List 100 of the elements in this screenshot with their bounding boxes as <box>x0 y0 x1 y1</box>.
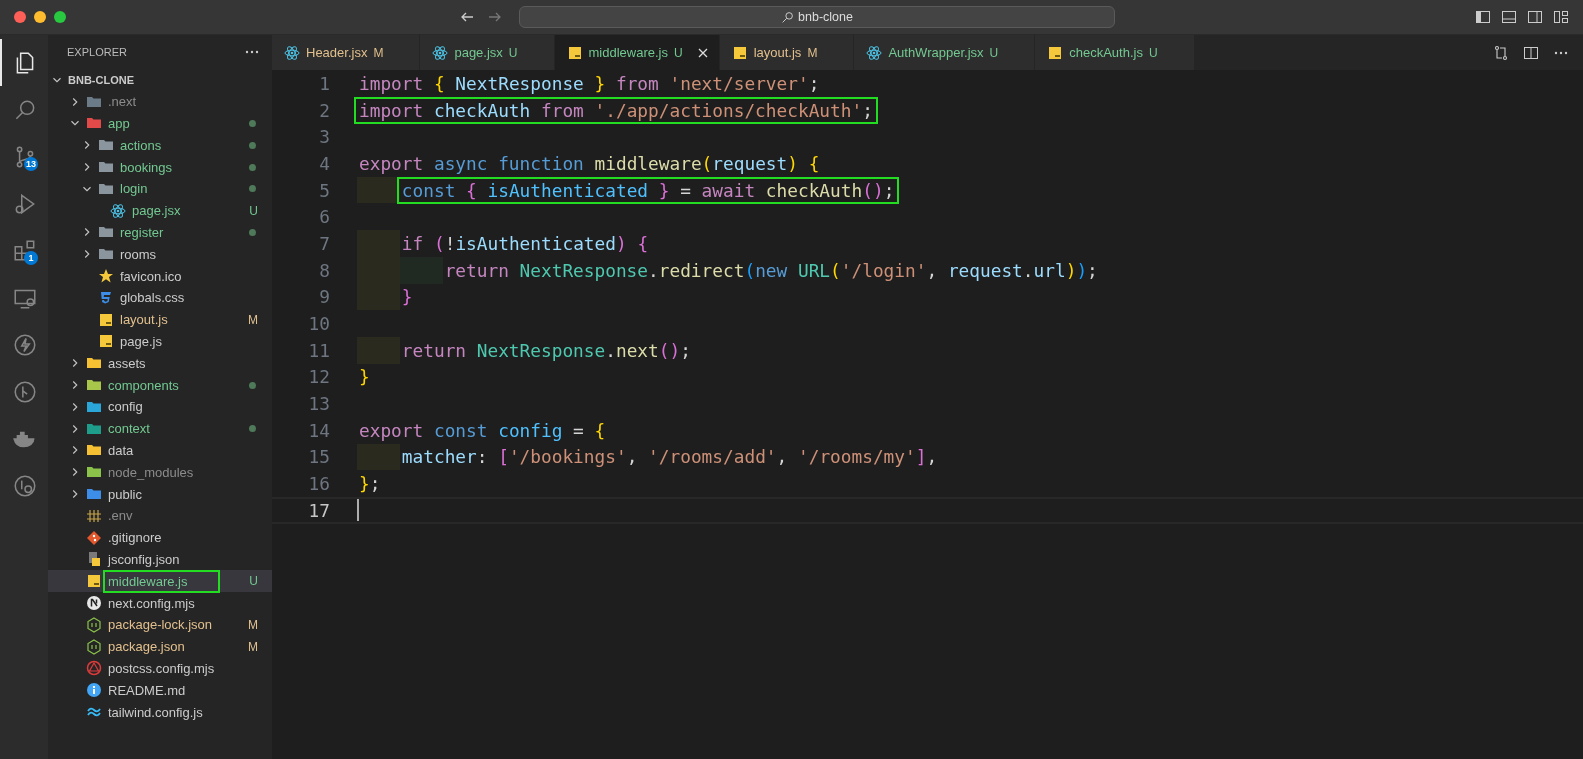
file-name: data <box>107 441 135 459</box>
postcss-icon <box>86 660 102 677</box>
js-file-icon <box>566 44 583 61</box>
code-line: if (!isAuthenticated) { <box>400 232 650 254</box>
git-status: M <box>373 45 384 60</box>
editor-tab[interactable]: layout.js M <box>719 35 855 70</box>
file-name: page.jsx <box>131 202 182 220</box>
line-number: 6 <box>318 206 330 228</box>
git-status: U <box>674 45 683 60</box>
file-name: components <box>107 376 180 394</box>
sidebar-layout-icon[interactable] <box>1475 9 1491 25</box>
tree-item[interactable]: page.js <box>48 330 272 353</box>
file-name: package-lock.json <box>107 616 214 634</box>
close-button[interactable] <box>14 11 26 23</box>
git-status: U <box>1148 45 1158 60</box>
tree-item[interactable]: context <box>48 417 272 440</box>
git-status: U <box>989 45 999 60</box>
compare-icon[interactable] <box>1493 44 1509 61</box>
git-status: M <box>248 639 258 654</box>
tree-item[interactable]: rooms <box>48 243 272 266</box>
tree-item[interactable]: page.jsx U <box>48 199 272 222</box>
js-file-icon <box>731 44 748 61</box>
atom-icon <box>110 202 126 219</box>
file-name: app <box>107 115 131 132</box>
tree-item[interactable]: bookings <box>48 156 272 178</box>
tree-item[interactable]: layout.js M <box>48 308 272 331</box>
grid-layout-icon[interactable] <box>1553 9 1569 25</box>
tab-label: checkAuth.js <box>1069 45 1143 60</box>
file-name: page.js <box>119 332 163 350</box>
file-name: postcss.config.mjs <box>107 659 216 677</box>
editor-tab[interactable]: page.jsx U <box>420 35 555 70</box>
tree-item[interactable]: favicon.ico <box>48 265 272 287</box>
git-status: U <box>249 574 258 589</box>
line-number: 16 <box>307 473 330 495</box>
tree-item[interactable]: public <box>48 483 272 505</box>
git-status: M <box>807 45 818 60</box>
search-icon <box>781 10 795 24</box>
tree-item[interactable]: middleware.js U <box>48 570 272 593</box>
activity-button[interactable]: 13 <box>0 133 48 180</box>
file-name: favicon.ico <box>119 267 183 285</box>
split-editor-icon[interactable] <box>1523 44 1539 61</box>
line-number: 5 <box>318 179 330 201</box>
tree-item[interactable]: app <box>48 112 272 135</box>
search-field[interactable]: bnb-clone <box>519 6 1115 28</box>
code-line: export const config = { <box>358 419 607 441</box>
tree-item[interactable]: .gitignore <box>48 526 272 549</box>
editor-tab[interactable]: middleware.js U <box>554 35 720 70</box>
zoom-button[interactable] <box>54 11 66 23</box>
project-folder[interactable]: BNB-CLONE <box>48 69 272 91</box>
code-line: return NextResponse.next(); <box>400 339 692 361</box>
minimize-button[interactable] <box>34 11 46 23</box>
js-file-icon <box>86 573 102 590</box>
tree-item[interactable]: tailwind.config.js <box>48 701 272 723</box>
split-layout-icon[interactable] <box>1527 9 1543 25</box>
tree-item[interactable]: globals.css <box>48 286 272 309</box>
tree-item[interactable]: actions <box>48 134 272 157</box>
file-name: package.json <box>107 638 186 656</box>
tree-item[interactable]: register <box>48 221 272 244</box>
git-status: U <box>249 203 258 218</box>
info-icon <box>86 682 102 699</box>
tree-item[interactable]: components <box>48 374 272 396</box>
line-number: 10 <box>307 313 330 335</box>
file-name: bookings <box>119 158 174 176</box>
file-name: next.config.mjs <box>107 594 196 612</box>
line-number: 17 <box>307 499 330 521</box>
file-name: globals.css <box>119 289 186 307</box>
editor-tab[interactable]: AuthWrapper.jsx U <box>854 35 1036 70</box>
editor-tab[interactable]: checkAuth.js U <box>1035 35 1195 70</box>
activity-button[interactable]: 1 <box>0 227 48 274</box>
tree-item[interactable]: config <box>48 395 272 418</box>
tree-item[interactable]: data <box>48 439 272 462</box>
tree-item[interactable]: node_modules <box>48 461 272 484</box>
file-name: config <box>107 398 144 416</box>
editor-tab[interactable]: Header.jsx M <box>272 35 421 70</box>
line-number: 14 <box>307 419 330 441</box>
json-file-icon <box>86 616 102 633</box>
panel-layout-icon[interactable] <box>1501 9 1517 25</box>
star-icon <box>98 268 114 285</box>
file-name: register <box>119 223 165 241</box>
css-file-icon <box>98 289 114 306</box>
code-line: const { isAuthenticated } = await checkAuth(); <box>399 179 897 201</box>
tree-item[interactable]: login <box>48 178 272 200</box>
tree-item[interactable]: .next <box>48 90 272 113</box>
code-line: export async function middleware(request) { <box>358 152 821 174</box>
line-number: 11 <box>307 339 330 361</box>
line-number: 1 <box>318 72 330 94</box>
tree-item[interactable]: postcss.config.mjs <box>48 657 272 680</box>
file-name: jsconfig.json <box>106 550 181 568</box>
tree-item[interactable]: jsconfig.json <box>48 548 272 571</box>
line-number: 9 <box>318 286 330 308</box>
tab-label: middleware.js <box>588 45 668 60</box>
tree-item[interactable]: README.md <box>48 679 272 702</box>
tree-item[interactable]: .env <box>48 504 272 527</box>
code-line: import { NextResponse } from 'next/server'; <box>358 72 821 94</box>
tree-item[interactable]: package.json M <box>48 635 272 658</box>
tree-item[interactable]: assets <box>48 352 272 375</box>
tree-item[interactable]: next.config.mjs <box>48 592 272 614</box>
count-badge: 1 <box>24 251 38 265</box>
file-name: context <box>107 420 151 438</box>
tree-item[interactable]: package-lock.json M <box>48 613 272 636</box>
